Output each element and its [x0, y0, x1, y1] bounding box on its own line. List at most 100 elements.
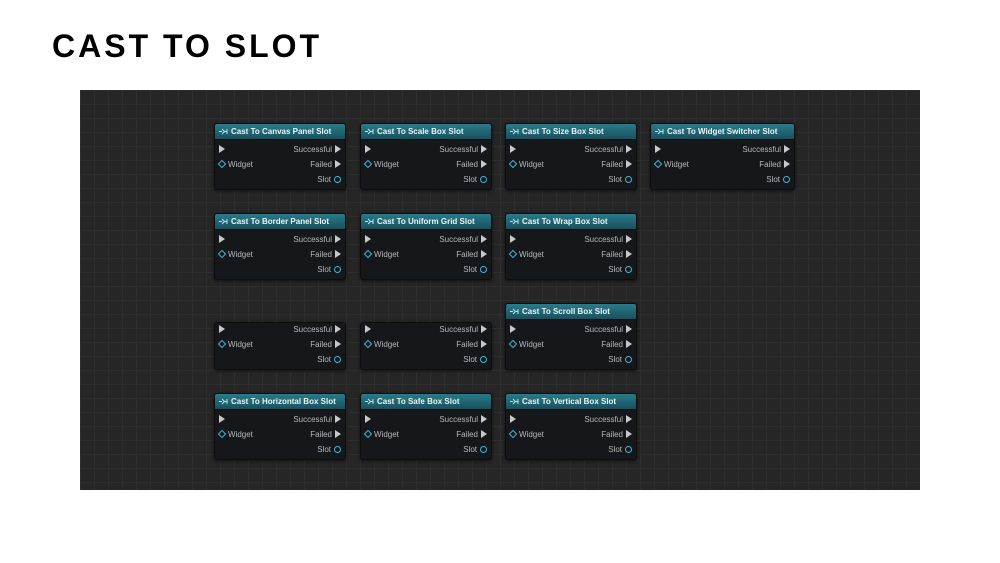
widget-pin[interactable]: Widget: [510, 340, 544, 349]
cast-icon: [365, 127, 374, 136]
bp-node-scale-box[interactable]: Cast To Scale Box Slot Successful Widget Fa…: [360, 123, 492, 190]
slot-pin[interactable]: Slot: [317, 265, 341, 274]
successful-pin[interactable]: Successful: [293, 235, 341, 244]
bp-node-horizontal-box[interactable]: Cast To Horizontal Box Slot Successful Wid…: [214, 393, 346, 460]
widget-pin[interactable]: Widget: [510, 160, 544, 169]
widget-pin[interactable]: Widget: [365, 340, 399, 349]
bp-node-canvas-panel[interactable]: Cast To Canvas Panel Slot Successful Widge…: [214, 123, 346, 190]
exec-in-pin[interactable]: [219, 235, 225, 243]
successful-pin[interactable]: Successful: [293, 325, 341, 334]
successful-pin[interactable]: Successful: [584, 235, 632, 244]
node-header[interactable]: Cast To Canvas Panel Slot: [215, 124, 345, 140]
pin-label: Widget: [664, 160, 689, 169]
node-header[interactable]: Cast To Vertical Box Slot: [506, 394, 636, 410]
exec-in-pin[interactable]: [655, 145, 661, 153]
exec-triangle-icon: [365, 325, 371, 333]
failed-pin[interactable]: Failed: [310, 250, 341, 259]
failed-pin[interactable]: Failed: [456, 430, 487, 439]
bp-node-border-panel[interactable]: Cast To Border Panel Slot Successful Widge…: [214, 213, 346, 280]
failed-pin[interactable]: Failed: [601, 250, 632, 259]
node-header[interactable]: Cast To Widget Switcher Slot: [651, 124, 794, 140]
widget-pin[interactable]: Widget: [655, 160, 689, 169]
node-header[interactable]: Cast To Wrap Box Slot: [506, 214, 636, 230]
failed-pin[interactable]: Failed: [759, 160, 790, 169]
slot-pin[interactable]: Slot: [608, 265, 632, 274]
successful-pin[interactable]: Successful: [439, 325, 487, 334]
slot-pin[interactable]: Slot: [608, 445, 632, 454]
node-header[interactable]: Cast To Scroll Box Slot: [506, 304, 636, 320]
exec-in-pin[interactable]: [365, 145, 371, 153]
failed-pin[interactable]: Failed: [310, 160, 341, 169]
exec-in-pin[interactable]: [365, 325, 371, 333]
successful-pin[interactable]: Successful: [742, 145, 790, 154]
failed-pin[interactable]: Failed: [601, 160, 632, 169]
exec-in-pin[interactable]: [510, 325, 516, 333]
exec-triangle-icon: [626, 250, 632, 258]
bp-node-wrap-box[interactable]: Cast To Wrap Box Slot Successful Widget Fai…: [505, 213, 637, 280]
successful-pin[interactable]: Successful: [293, 415, 341, 424]
bp-node-uniform-grid[interactable]: Cast To Uniform Grid Slot Successful Widge…: [360, 213, 492, 280]
bp-node-widget-switcher[interactable]: Cast To Widget Switcher Slot Successful Wi…: [650, 123, 795, 190]
successful-pin[interactable]: Successful: [439, 235, 487, 244]
exec-in-pin[interactable]: [365, 235, 371, 243]
bp-node-size-box[interactable]: Cast To Size Box Slot Successful Widget Fai…: [505, 123, 637, 190]
slot-pin[interactable]: Slot: [463, 445, 487, 454]
failed-pin[interactable]: Failed: [310, 340, 341, 349]
object-pin-icon: [218, 160, 226, 168]
node-header[interactable]: Cast To Horizontal Box Slot: [215, 394, 345, 410]
exec-in-pin[interactable]: [510, 145, 516, 153]
exec-in-pin[interactable]: [219, 145, 225, 153]
slot-pin[interactable]: Slot: [317, 355, 341, 364]
bp-node-overlay[interactable]: Cast To Overlay SlotSuccessfulWidgetFail…: [360, 322, 492, 370]
bp-node-vertical-box[interactable]: Cast To Vertical Box Slot Successful Widge…: [505, 393, 637, 460]
widget-pin[interactable]: Widget: [365, 160, 399, 169]
cast-icon: [365, 217, 374, 226]
node-header[interactable]: Cast To Size Box Slot: [506, 124, 636, 140]
node-header[interactable]: Cast To Uniform Grid Slot: [361, 214, 491, 230]
widget-pin[interactable]: Widget: [219, 160, 253, 169]
successful-pin[interactable]: Successful: [584, 325, 632, 334]
widget-pin[interactable]: Widget: [510, 430, 544, 439]
node-header[interactable]: Cast To Border Panel Slot: [215, 214, 345, 230]
failed-pin[interactable]: Failed: [456, 340, 487, 349]
successful-pin[interactable]: Successful: [584, 415, 632, 424]
node-header[interactable]: Cast To Safe Box Slot: [361, 394, 491, 410]
failed-pin[interactable]: Failed: [456, 250, 487, 259]
exec-triangle-icon: [481, 250, 487, 258]
slot-pin[interactable]: Slot: [463, 265, 487, 274]
slot-pin[interactable]: Slot: [766, 175, 790, 184]
slot-pin[interactable]: Slot: [608, 355, 632, 364]
widget-pin[interactable]: Widget: [219, 340, 253, 349]
exec-in-pin[interactable]: [219, 415, 225, 423]
slot-pin[interactable]: Slot: [608, 175, 632, 184]
exec-in-pin[interactable]: [219, 325, 225, 333]
successful-pin[interactable]: Successful: [584, 145, 632, 154]
bp-node-scroll-box[interactable]: Cast To Scroll Box Slot Successful Widget F…: [505, 303, 637, 370]
widget-pin[interactable]: Widget: [219, 430, 253, 439]
slot-pin[interactable]: Slot: [463, 175, 487, 184]
failed-pin[interactable]: Failed: [456, 160, 487, 169]
slot-pin[interactable]: Slot: [317, 445, 341, 454]
successful-pin[interactable]: Successful: [439, 415, 487, 424]
widget-pin[interactable]: Widget: [365, 430, 399, 439]
widget-pin[interactable]: Widget: [219, 250, 253, 259]
object-pin-icon: [364, 160, 372, 168]
failed-pin[interactable]: Failed: [310, 430, 341, 439]
node-title: Cast To Safe Box Slot: [377, 397, 460, 406]
failed-pin[interactable]: Failed: [601, 340, 632, 349]
successful-pin[interactable]: Successful: [293, 145, 341, 154]
widget-pin[interactable]: Widget: [510, 250, 544, 259]
bp-node-safe-box[interactable]: Cast To Safe Box Slot Successful Widget Fai…: [360, 393, 492, 460]
node-header[interactable]: Cast To Scale Box Slot: [361, 124, 491, 140]
exec-in-pin[interactable]: [510, 235, 516, 243]
pin-label: Widget: [374, 340, 399, 349]
bp-node-grid-slot[interactable]: Cast To Grid SlotSuccessfulWidgetFailedS…: [214, 322, 346, 370]
slot-pin[interactable]: Slot: [317, 175, 341, 184]
failed-pin[interactable]: Failed: [601, 430, 632, 439]
successful-pin[interactable]: Successful: [439, 145, 487, 154]
exec-in-pin[interactable]: [510, 415, 516, 423]
blueprint-graph-canvas[interactable]: Cast To Canvas Panel Slot Successful Widge…: [80, 90, 920, 490]
slot-pin[interactable]: Slot: [463, 355, 487, 364]
exec-in-pin[interactable]: [365, 415, 371, 423]
widget-pin[interactable]: Widget: [365, 250, 399, 259]
